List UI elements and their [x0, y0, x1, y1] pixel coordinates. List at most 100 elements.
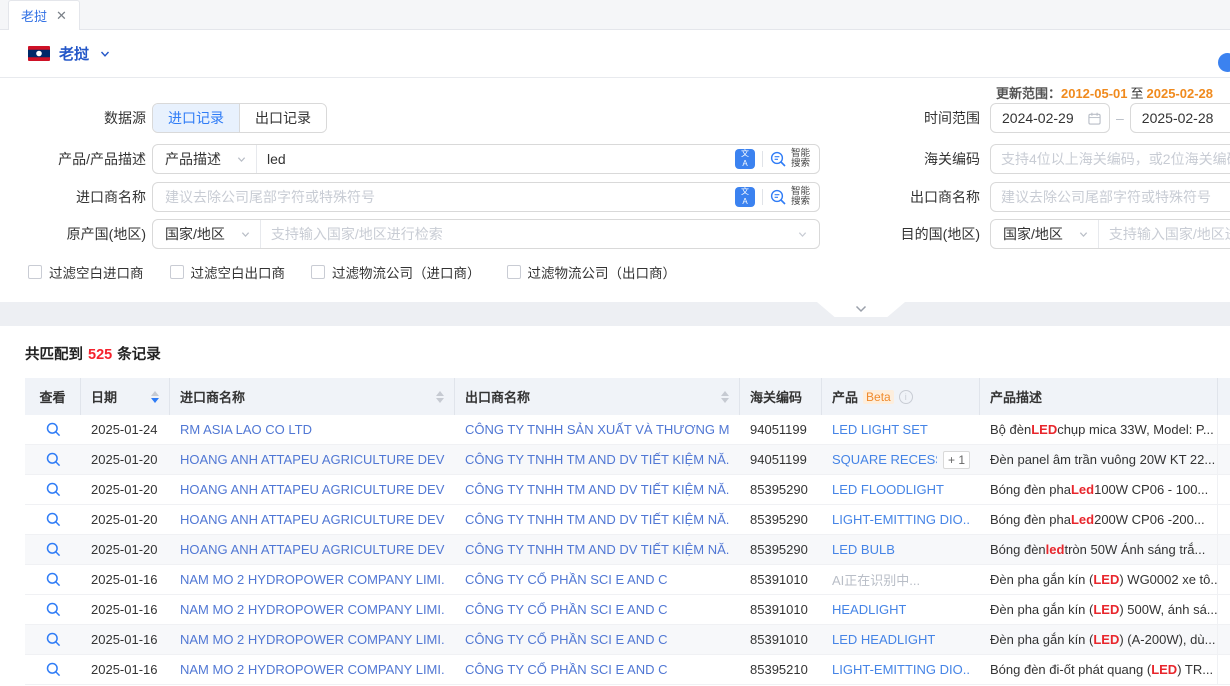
product-search-input[interactable]	[257, 145, 735, 173]
export-records-button[interactable]: 出口记录	[240, 104, 326, 132]
magnifier-icon	[46, 422, 61, 437]
importer-link[interactable]: HOANG ANH ATTAPEU AGRICULTURE DEVE...	[180, 452, 445, 467]
checkbox-filter-logistics-importer[interactable]: 过滤物流公司（进口商）	[311, 262, 481, 282]
importer-link[interactable]: NAM MO 2 HYDROPOWER COMPANY LIMI...	[180, 662, 445, 677]
product-link[interactable]: LED FLOODLIGHT	[832, 482, 944, 497]
date-from-input[interactable]: 2024-02-29	[990, 103, 1110, 133]
product-link[interactable]: LED HEADLIGHT	[832, 632, 935, 647]
product-field-select[interactable]: 产品描述	[153, 149, 256, 169]
more-products-badge[interactable]: + 1	[943, 451, 970, 469]
hs-code-cell: 85391010	[740, 625, 822, 654]
chevron-down-icon[interactable]	[100, 49, 110, 59]
hs-code-input[interactable]	[991, 145, 1230, 173]
cut-cell	[1218, 625, 1230, 654]
update-range-to: 2025-02-28	[1147, 86, 1214, 101]
exporter-link[interactable]: CÔNG TY CỔ PHẦN SCI E AND C	[465, 662, 668, 677]
product-description-cell: Đèn panel âm trần vuông 20W KT 22...	[980, 445, 1218, 474]
exporter-link[interactable]: CÔNG TY TNHH TM AND DV TIẾT KIỆM NĂ...	[465, 482, 730, 497]
view-record-button[interactable]	[25, 625, 81, 654]
exporter-input[interactable]	[991, 183, 1230, 211]
data-source-toggle: 进口记录 出口记录	[152, 103, 327, 133]
table-row: 2025-01-20 HOANG ANH ATTAPEU AGRICULTURE…	[25, 505, 1230, 535]
sort-icon[interactable]	[143, 391, 159, 403]
exporter-link[interactable]: CÔNG TY TNHH TM AND DV TIẾT KIỆM NĂ...	[465, 512, 730, 527]
laos-flag-icon	[28, 46, 50, 61]
origin-select[interactable]: 国家/地区	[153, 224, 260, 244]
view-record-button[interactable]	[25, 595, 81, 624]
origin-country-input[interactable]	[261, 220, 792, 248]
exporter-cell: CÔNG TY CỔ PHẦN SCI E AND C	[455, 565, 740, 594]
chevron-down-icon	[237, 155, 246, 164]
exporter-link[interactable]: CÔNG TY CỔ PHẦN SCI E AND C	[465, 602, 668, 617]
product-link[interactable]: LIGHT-EMITTING DIO...	[832, 662, 970, 677]
column-date[interactable]: 日期	[81, 378, 170, 415]
magnifier-icon	[46, 482, 61, 497]
collapse-filters-button[interactable]	[817, 302, 905, 317]
product-link[interactable]: LED BULB	[832, 542, 895, 557]
destination-country-input[interactable]	[1099, 220, 1230, 248]
checkbox[interactable]	[311, 265, 325, 279]
translate-icon[interactable]: 文A	[735, 149, 755, 169]
info-icon[interactable]: i	[899, 390, 913, 404]
checkbox-filter-blank-exporter[interactable]: 过滤空白出口商	[170, 262, 286, 282]
product-cell: LED BULB	[822, 535, 980, 564]
exporter-cell: CÔNG TY CỔ PHẦN SCI E AND C	[455, 655, 740, 684]
importer-link[interactable]: HOANG ANH ATTAPEU AGRICULTURE DEVE...	[180, 482, 445, 497]
record-date: 2025-01-20	[81, 535, 170, 564]
date-range-separator: –	[1116, 110, 1124, 126]
table-row: 2025-01-20 HOANG ANH ATTAPEU AGRICULTURE…	[25, 535, 1230, 565]
import-records-button[interactable]: 进口记录	[153, 104, 240, 132]
column-importer[interactable]: 进口商名称	[170, 378, 455, 415]
sort-icon[interactable]	[713, 391, 729, 403]
hs-code-cell: 85391010	[740, 595, 822, 624]
smart-search-button[interactable]: 智能搜索	[770, 149, 819, 169]
hs-code-cell: 85395290	[740, 535, 822, 564]
view-record-button[interactable]	[25, 415, 81, 444]
importer-link[interactable]: HOANG ANH ATTAPEU AGRICULTURE DEVE...	[180, 542, 445, 557]
product-link[interactable]: LIGHT-EMITTING DIO...	[832, 512, 970, 527]
exporter-link[interactable]: CÔNG TY TNHH TM AND DV TIẾT KIỆM NĂ...	[465, 452, 730, 467]
sort-icon[interactable]	[428, 391, 444, 403]
translate-icon[interactable]: 文A	[735, 187, 755, 207]
importer-link[interactable]: HOANG ANH ATTAPEU AGRICULTURE DEVE...	[180, 512, 445, 527]
checkbox[interactable]	[28, 265, 42, 279]
checkbox-filter-blank-importer[interactable]: 过滤空白进口商	[28, 262, 144, 282]
divider	[762, 151, 763, 167]
product-cell: LED HEADLIGHT	[822, 625, 980, 654]
column-description: 产品描述	[980, 378, 1218, 415]
magnifier-icon	[46, 512, 61, 527]
view-record-button[interactable]	[25, 445, 81, 474]
importer-link[interactable]: RM ASIA LAO CO LTD	[180, 422, 312, 437]
importer-input[interactable]	[153, 183, 735, 211]
importer-link[interactable]: NAM MO 2 HYDROPOWER COMPANY LIMI...	[180, 572, 445, 587]
view-record-button[interactable]	[25, 655, 81, 684]
exporter-link[interactable]: CÔNG TY TNHH SẢN XUẤT VÀ THƯƠNG M...	[465, 422, 730, 437]
tab-laos[interactable]: 老挝 ✕	[8, 0, 80, 30]
destination-select[interactable]: 国家/地区	[991, 224, 1098, 244]
importer-link[interactable]: NAM MO 2 HYDROPOWER COMPANY LIMI...	[180, 632, 445, 647]
checkbox[interactable]	[507, 265, 521, 279]
view-record-button[interactable]	[25, 475, 81, 504]
view-record-button[interactable]	[25, 535, 81, 564]
view-record-button[interactable]	[25, 505, 81, 534]
exporter-link[interactable]: CÔNG TY CỔ PHẦN SCI E AND C	[465, 572, 668, 587]
exporter-cell: CÔNG TY TNHH TM AND DV TIẾT KIỆM NĂ...	[455, 445, 740, 474]
importer-cell: RM ASIA LAO CO LTD	[170, 415, 455, 444]
column-exporter[interactable]: 出口商名称	[455, 378, 740, 415]
product-link[interactable]: SQUARE RECESS...	[832, 452, 937, 467]
product-link[interactable]: AI正在识别中...	[832, 570, 920, 589]
hs-code-box	[990, 144, 1230, 174]
date-to-input[interactable]: 2025-02-28	[1130, 103, 1230, 133]
smart-search-button[interactable]: 智能搜索	[770, 187, 819, 207]
product-link[interactable]: HEADLIGHT	[832, 602, 906, 617]
importer-link[interactable]: NAM MO 2 HYDROPOWER COMPANY LIMI...	[180, 602, 445, 617]
exporter-link[interactable]: CÔNG TY TNHH TM AND DV TIẾT KIỆM NĂ...	[465, 542, 730, 557]
view-record-button[interactable]	[25, 565, 81, 594]
exporter-link[interactable]: CÔNG TY CỔ PHẦN SCI E AND C	[465, 632, 668, 647]
close-icon[interactable]: ✕	[56, 9, 67, 22]
product-link[interactable]: LED LIGHT SET	[832, 422, 928, 437]
checkbox[interactable]	[170, 265, 184, 279]
checkbox-filter-logistics-exporter[interactable]: 过滤物流公司（出口商）	[507, 262, 677, 282]
exporter-box	[990, 182, 1230, 212]
help-float-button[interactable]	[1218, 53, 1230, 72]
